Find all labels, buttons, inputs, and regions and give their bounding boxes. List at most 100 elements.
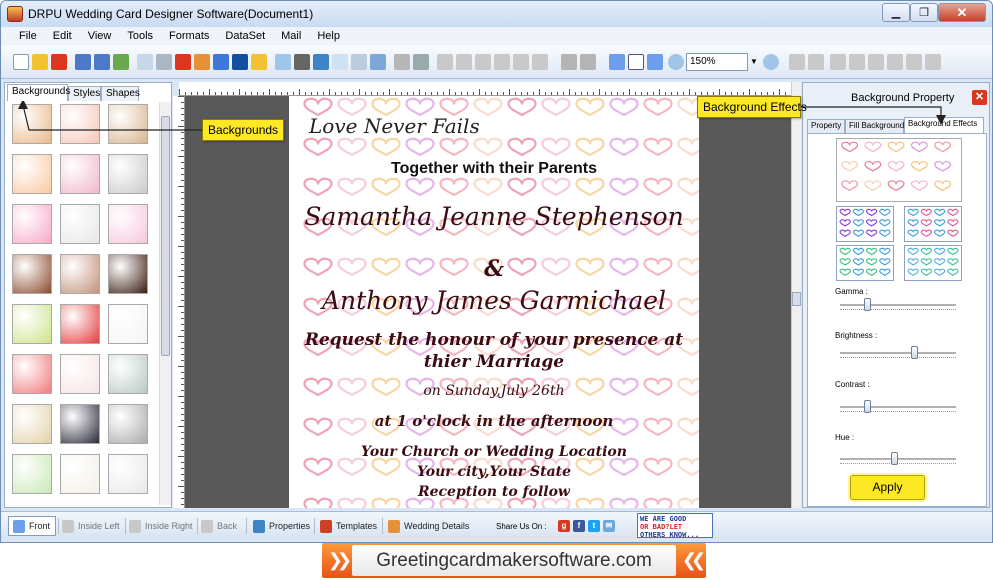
tab-fill-background[interactable]: Fill Background xyxy=(845,119,904,133)
card-date-line[interactable]: on Sunday,July 26th xyxy=(289,383,699,399)
tab-backgrounds[interactable]: Backgrounds xyxy=(7,84,70,101)
background-thumbnail[interactable] xyxy=(12,254,52,294)
move-down-icon[interactable] xyxy=(906,54,922,70)
background-thumbnail[interactable] xyxy=(12,354,52,394)
menu-edit[interactable]: Edit xyxy=(45,30,80,42)
background-thumbnail[interactable] xyxy=(108,154,148,194)
apply-button[interactable]: Apply xyxy=(850,475,925,500)
copy-page-icon[interactable] xyxy=(175,54,191,70)
delete-icon[interactable] xyxy=(494,54,510,70)
paste-icon[interactable] xyxy=(475,54,491,70)
thumbnails-scrollbar[interactable] xyxy=(159,102,171,505)
google-plus-icon[interactable]: g xyxy=(558,520,570,532)
card-groom-name[interactable]: Anthony James Garmichael xyxy=(289,286,699,315)
card-ampersand[interactable]: & xyxy=(289,256,699,282)
front-button[interactable]: Front xyxy=(8,516,56,536)
properties-button[interactable]: Properties xyxy=(253,516,310,536)
background-thumbnail[interactable] xyxy=(108,454,148,494)
facebook-icon[interactable]: f xyxy=(573,520,585,532)
close-doc-icon[interactable] xyxy=(51,54,67,70)
mail-icon[interactable] xyxy=(370,54,386,70)
back-button[interactable]: Back xyxy=(201,516,237,536)
image-icon[interactable] xyxy=(213,54,229,70)
card-heading[interactable]: Love Never Fails xyxy=(309,114,699,138)
background-thumbnail[interactable] xyxy=(108,254,148,294)
pen-icon[interactable] xyxy=(232,54,248,70)
effect-swatch-3[interactable] xyxy=(836,245,894,281)
picture-icon[interactable] xyxy=(332,54,348,70)
background-thumbnail[interactable] xyxy=(108,204,148,244)
feedback-banner[interactable]: WE ARE GOOD OR BAD?LET OTHERS KNOW... xyxy=(637,513,713,539)
flip-icon[interactable] xyxy=(849,54,865,70)
copy-icon[interactable] xyxy=(456,54,472,70)
slider-knob[interactable] xyxy=(911,346,918,359)
zoom-select[interactable]: 150% xyxy=(686,53,748,71)
unlock-icon[interactable] xyxy=(808,54,824,70)
move-left-icon[interactable] xyxy=(830,54,846,70)
background-thumbnail[interactable] xyxy=(108,104,148,144)
effect-swatch-1[interactable] xyxy=(836,206,894,242)
card-parents-line[interactable]: Together with their Parents xyxy=(289,160,699,178)
minimize-button[interactable]: ▁ xyxy=(882,3,910,22)
background-thumbnail[interactable] xyxy=(12,404,52,444)
lock-icon[interactable] xyxy=(789,54,805,70)
undo-icon[interactable] xyxy=(513,54,529,70)
move-right-icon[interactable] xyxy=(868,54,884,70)
brightness-slider[interactable] xyxy=(840,346,956,360)
data-list-icon[interactable] xyxy=(413,54,429,70)
redo-icon[interactable] xyxy=(532,54,548,70)
gift-icon[interactable] xyxy=(194,54,210,70)
signature-icon[interactable] xyxy=(351,54,367,70)
new-icon[interactable] xyxy=(13,54,29,70)
contrast-slider[interactable] xyxy=(840,400,956,414)
maximize-button[interactable]: ❐ xyxy=(910,3,938,22)
fit-page-icon[interactable] xyxy=(647,54,663,70)
barcode-icon[interactable] xyxy=(294,54,310,70)
email-share-icon[interactable]: ✉ xyxy=(603,520,615,532)
background-thumbnail[interactable] xyxy=(108,404,148,444)
tab-background-effects[interactable]: Background Effects xyxy=(904,117,984,133)
page-setup-icon[interactable] xyxy=(137,54,153,70)
background-thumbnail[interactable] xyxy=(60,204,100,244)
tab-styles[interactable]: Styles xyxy=(68,86,101,101)
card-request-line[interactable]: Request the honour of your presence at xyxy=(289,330,699,350)
tab-shapes[interactable]: Shapes xyxy=(101,86,140,101)
word-art-icon[interactable] xyxy=(275,54,291,70)
print-icon[interactable] xyxy=(156,54,172,70)
zoom-out-icon[interactable] xyxy=(763,54,779,70)
card-marriage-line[interactable]: thier Marriage xyxy=(289,352,699,372)
menu-formats[interactable]: Formats xyxy=(161,30,217,42)
website-banner[interactable]: ❯❯ Greetingcardmakersoftware.com ❮❮ xyxy=(322,543,706,578)
grid-icon[interactable] xyxy=(609,54,625,70)
card-time-line[interactable]: at 1 o'clock in the afternoon xyxy=(289,412,699,430)
card-reception-line[interactable]: Reception to follow xyxy=(289,484,699,500)
export-icon[interactable] xyxy=(113,54,129,70)
group-icon[interactable] xyxy=(561,54,577,70)
background-thumbnail[interactable] xyxy=(12,304,52,344)
background-thumbnail[interactable] xyxy=(108,354,148,394)
background-thumbnail[interactable] xyxy=(60,304,100,344)
effect-swatch-4[interactable] xyxy=(904,245,962,281)
card-city-line[interactable]: Your city,Your State xyxy=(289,464,699,480)
card-bride-name[interactable]: Samantha Jeanne Stephenson xyxy=(289,202,699,231)
ungroup-icon[interactable] xyxy=(580,54,596,70)
background-thumbnail[interactable] xyxy=(60,354,100,394)
background-thumbnail[interactable] xyxy=(60,404,100,444)
menu-mail[interactable]: Mail xyxy=(273,30,309,42)
slider-knob[interactable] xyxy=(891,452,898,465)
database-icon[interactable] xyxy=(394,54,410,70)
menu-dataset[interactable]: DataSet xyxy=(217,30,273,42)
slider-knob[interactable] xyxy=(864,298,871,311)
actual-size-icon[interactable] xyxy=(628,54,644,70)
background-thumbnail[interactable] xyxy=(60,254,100,294)
wedding-details-button[interactable]: Wedding Details xyxy=(388,516,469,536)
inside-left-button[interactable]: Inside Left xyxy=(62,516,120,536)
background-thumbnail[interactable] xyxy=(60,104,100,144)
menu-file[interactable]: File xyxy=(11,30,45,42)
background-thumbnail[interactable] xyxy=(12,154,52,194)
close-icon[interactable]: ✕ xyxy=(972,90,987,105)
open-icon[interactable] xyxy=(32,54,48,70)
wedding-card[interactable]: Love Never Fails Together with their Par… xyxy=(289,96,699,508)
tab-property[interactable]: Property xyxy=(807,119,845,133)
slider-knob[interactable] xyxy=(864,400,871,413)
